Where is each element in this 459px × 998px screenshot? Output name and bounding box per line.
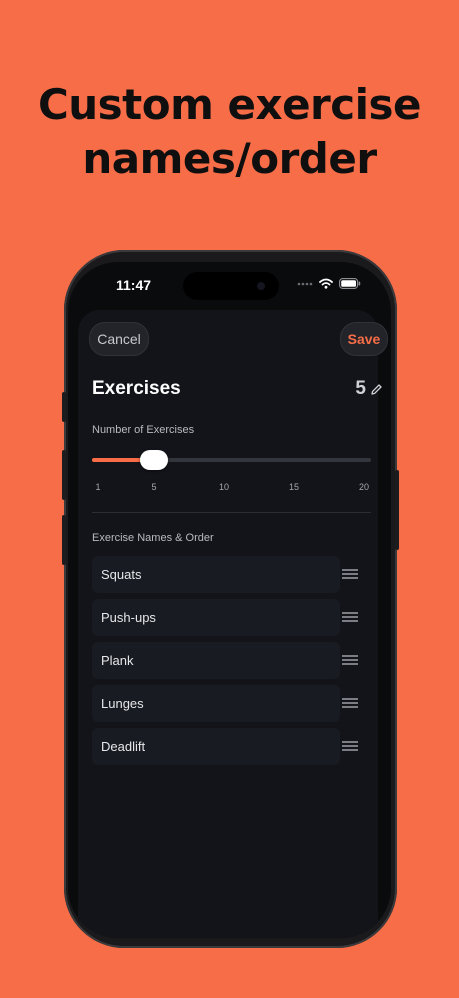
battery-icon (339, 278, 361, 289)
headline-line-1: Custom exercise (37, 80, 422, 129)
exercise-count: 5 (355, 378, 366, 399)
list-item: Push-ups (92, 599, 382, 642)
headline-line-2: names/order (82, 134, 377, 183)
exercise-list: Squats Push-ups Plank Lunges Deadlift (92, 556, 382, 771)
slider-tick-label: 10 (218, 482, 230, 492)
status-time: 11:47 (116, 277, 152, 293)
power-button (395, 470, 399, 550)
slider-thumb[interactable] (140, 450, 168, 470)
list-item: Plank (92, 642, 382, 685)
dynamic-island (183, 272, 279, 300)
exercise-name-field[interactable]: Deadlift (92, 728, 340, 765)
exercise-name-field[interactable]: Push-ups (92, 599, 340, 636)
status-icons (297, 278, 361, 289)
drag-handle-icon[interactable] (342, 655, 358, 665)
exercise-name-field[interactable]: Squats (92, 556, 340, 593)
cellular-icon (297, 282, 313, 285)
list-item: Lunges (92, 685, 382, 728)
list-header: Exercise Names & Order (92, 532, 214, 544)
drag-handle-icon[interactable] (342, 698, 358, 708)
divider (92, 512, 371, 513)
volume-up-button (62, 450, 66, 500)
exercise-count-editor[interactable]: 5 (355, 378, 383, 400)
cancel-button[interactable]: Cancel (89, 322, 149, 356)
camera-icon (257, 282, 265, 290)
section-title: Exercises (92, 378, 181, 399)
drag-handle-icon[interactable] (342, 612, 358, 622)
exercise-name-field[interactable]: Lunges (92, 685, 340, 722)
edit-sheet: Cancel Save Exercises 5 Number of Exerci… (78, 310, 388, 938)
list-item: Deadlift (92, 728, 382, 771)
slider-tick-label: 20 (358, 482, 370, 492)
wifi-icon (319, 278, 333, 289)
slider-label: Number of Exercises (92, 424, 195, 436)
headline: Custom exercise names/order (0, 78, 459, 186)
drag-handle-icon[interactable] (342, 569, 358, 579)
slider-tick-label: 15 (288, 482, 300, 492)
action-button (62, 392, 66, 422)
slider-tick-label: 5 (151, 482, 157, 492)
pencil-icon[interactable] (370, 383, 383, 396)
volume-down-button (62, 515, 66, 565)
drag-handle-icon[interactable] (342, 741, 358, 751)
slider-tick-label: 1 (95, 482, 101, 492)
exercise-name-field[interactable]: Plank (92, 642, 340, 679)
phone-screen: 11:47 Cancel Save Exercises 5 Number of … (68, 262, 391, 938)
save-button[interactable]: Save (340, 322, 388, 356)
list-item: Squats (92, 556, 382, 599)
